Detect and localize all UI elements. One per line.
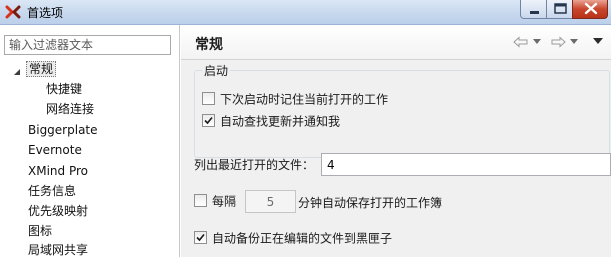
remember-workbooks-option[interactable]: 下次启动时记住当前打开的工作 [202,91,388,109]
autosave-option[interactable]: 每隔 [194,193,236,211]
recent-files-label: 列出最近打开的文件： [194,158,315,172]
tree-item-general[interactable]: 常规 [26,60,57,78]
check-updates-checkbox[interactable] [202,114,215,127]
tree-item-label: Evernote [28,143,82,157]
maximize-button[interactable] [546,0,573,19]
tree-item-label: 图标 [28,224,53,238]
minimize-icon [530,11,539,14]
tree-expanded-icon[interactable] [12,67,22,77]
autosave-minutes-input[interactable] [245,190,296,213]
window-title: 首选项 [27,6,64,20]
page-title: 常规 [195,37,223,53]
remember-workbooks-label: 下次启动时记住当前打开的工作 [220,92,389,107]
forward-dropdown-icon[interactable] [570,39,578,45]
preferences-window: 首选项 常规 快捷键 网络连 [0,0,611,257]
close-button[interactable] [572,0,608,19]
autosave-suffix: 分钟自动保存打开的工作簿 [298,196,443,210]
checkmark-icon [204,116,213,125]
tree-item-label: 快捷键 [46,82,83,96]
tree-item-label: Biggerplate [28,123,98,137]
remember-workbooks-checkbox[interactable] [202,92,215,105]
maximize-icon [554,3,567,14]
tree-item-label: 局域网共享 [28,243,89,257]
tree-item-task-info[interactable]: 任务信息 [28,182,76,200]
autosave-label: 每隔 [212,194,237,209]
pane-divider[interactable] [179,25,180,257]
tree-item-evernote[interactable]: Evernote [28,141,82,159]
tree-item-label: 任务信息 [28,184,77,198]
page-header: 常规 [181,25,611,60]
tree-item-xmind-pro[interactable]: XMind Pro [28,162,88,180]
close-icon [584,2,598,15]
xmind-logo-icon [5,5,21,19]
back-dropdown-icon[interactable] [533,39,541,45]
forward-arrow-icon[interactable] [550,36,566,48]
tree-item-icons[interactable]: 图标 [28,222,52,240]
tree-item-priority-mapping[interactable]: 优先级映射 [28,202,88,220]
filter-input[interactable] [4,35,171,55]
preferences-sidebar: 常规 快捷键 网络连接 Biggerplate Evernote XMind P… [0,25,176,257]
tree-item-label: 常规 [26,61,57,77]
backup-label: 自动备份正在编辑的文件到黑匣子 [212,231,393,246]
recent-files-input[interactable] [321,153,611,176]
title-bar[interactable]: 首选项 [0,0,611,25]
view-menu-icon[interactable] [593,38,603,45]
backup-checkbox[interactable] [194,231,207,244]
tree-item-shortcuts[interactable]: 快捷键 [46,80,82,98]
backup-option[interactable]: 自动备份正在编辑的文件到黑匣子 [194,230,392,248]
tree-item-network[interactable]: 网络连接 [46,100,94,118]
startup-group-title: 启动 [202,62,231,79]
tree-item-label: 网络连接 [46,102,95,116]
tree-item-biggerplate[interactable]: Biggerplate [28,121,98,139]
minimize-button[interactable] [520,0,547,19]
tree-item-label: 优先级映射 [28,204,89,218]
checkmark-icon [196,233,205,242]
preferences-page: 常规 启动 下次启动时记住当前打开的工作 自动查找更新并通知我 列出最近打开的文… [181,25,611,257]
tree-item-lan-sharing[interactable]: 局域网共享 [28,241,88,257]
tree-item-label: XMind Pro [28,164,88,178]
back-arrow-icon[interactable] [513,36,529,48]
check-updates-option[interactable]: 自动查找更新并通知我 [202,113,340,131]
autosave-checkbox[interactable] [194,194,207,207]
check-updates-label: 自动查找更新并通知我 [220,114,341,129]
